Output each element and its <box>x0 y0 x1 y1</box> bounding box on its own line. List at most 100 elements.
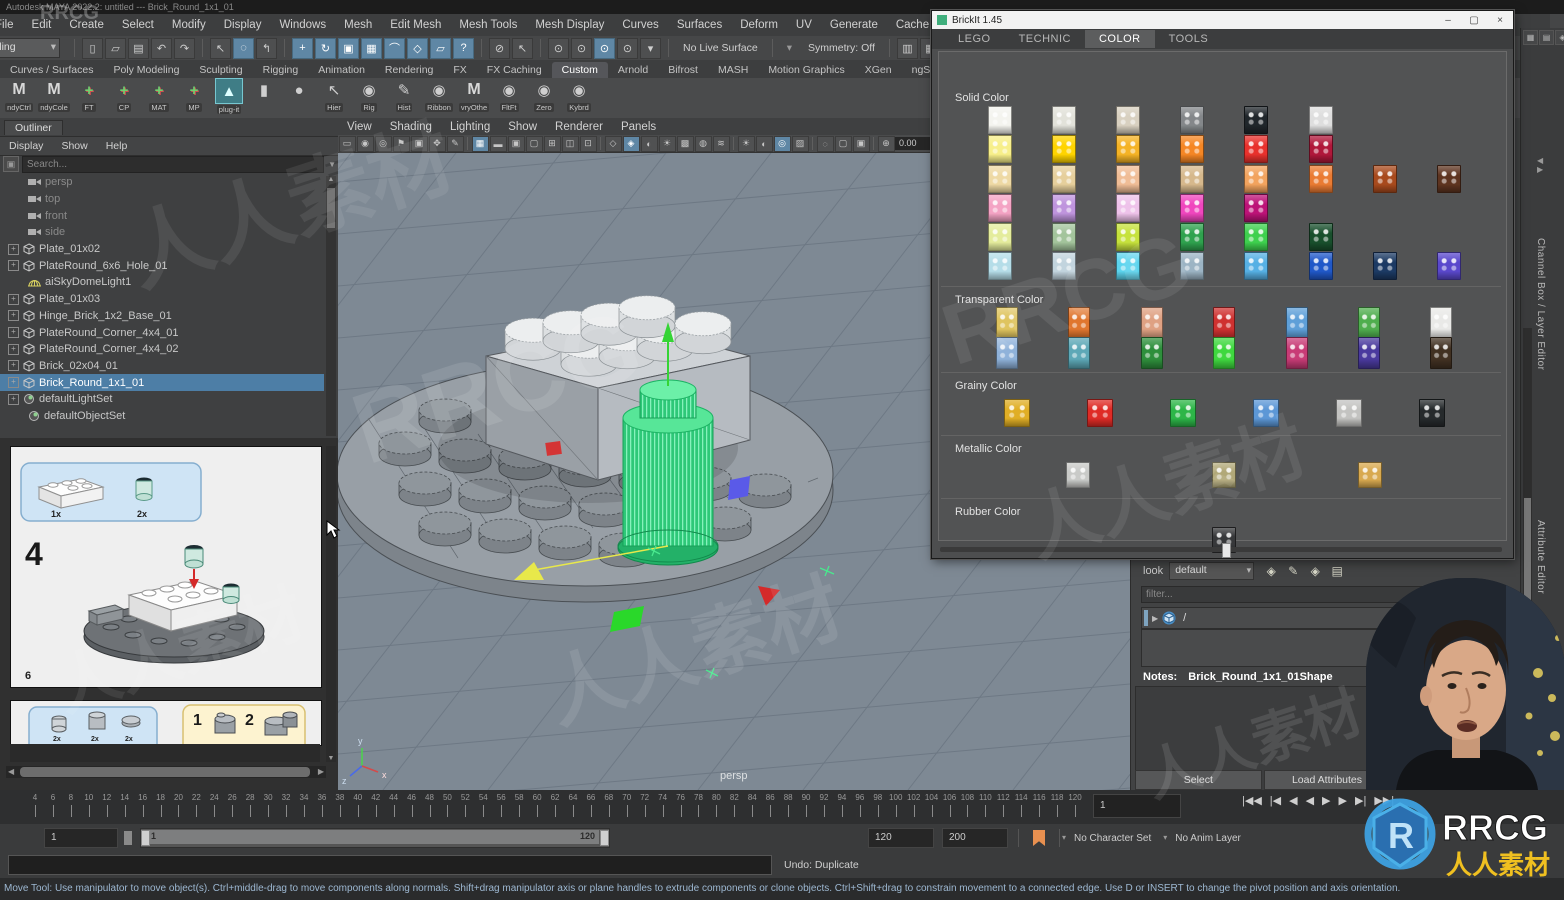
time-slider[interactable]: 4 6 8 10 12 14 16 18 20 22 24 26 28 30 32 34 36 38 40 42 44 4… <box>0 790 1564 824</box>
play-forwards-button[interactable]: ▶ <box>1322 794 1330 807</box>
shelf-item-MAT[interactable]: + MAT <box>142 78 176 116</box>
step-back-frame-button[interactable]: ◀ <box>1289 794 1297 807</box>
viewport-menu-panels[interactable]: Panels <box>612 121 665 133</box>
image-plane-icon[interactable]: ▣ <box>410 135 428 152</box>
outliner-item-defaultObjectSet[interactable]: defaultObjectSet <box>0 408 324 425</box>
shelf-item-CP[interactable]: + CP <box>107 78 141 116</box>
anim-start-field[interactable]: 1 <box>44 828 118 848</box>
playback-end-field[interactable]: 120 <box>868 828 934 848</box>
shelf-tab-fx-caching[interactable]: FX Caching <box>477 62 552 78</box>
menu-set-dropdown[interactable]: Modeling <box>0 38 60 58</box>
expand-toggle-icon[interactable]: + <box>8 377 19 389</box>
scroll-left-icon[interactable]: ◀ <box>8 766 14 778</box>
gate-mask-icon[interactable]: ▢ <box>525 135 543 152</box>
shelf-tab-xgen[interactable]: XGen <box>855 62 902 78</box>
shelf-tab-sculpting[interactable]: Sculpting <box>189 62 252 78</box>
expand-toggle-icon[interactable]: + <box>8 260 19 272</box>
menu-mesh-display[interactable]: Mesh Display <box>526 19 613 31</box>
shelf-item-Kybrd[interactable]: ◉ Kybrd <box>562 78 596 116</box>
color-swatch-184f2c[interactable] <box>1308 223 1333 251</box>
magnet-point-icon[interactable]: ⊙ <box>571 37 592 59</box>
color-swatch-4a3a9e[interactable] <box>1358 337 1380 369</box>
shelf-item-Zero[interactable]: ◉ Zero <box>527 78 561 116</box>
brickit-tab-tools[interactable]: TOOLS <box>1155 30 1223 48</box>
close-button[interactable]: × <box>1487 11 1513 29</box>
viewport-menu-shading[interactable]: Shading <box>381 121 441 133</box>
menu-surfaces[interactable]: Surfaces <box>668 19 731 31</box>
expand-toggle-icon[interactable]: + <box>8 360 19 372</box>
safe-action-icon[interactable]: ◫ <box>561 135 579 152</box>
outliner-scrollbar[interactable]: ▲ <box>326 176 336 436</box>
expand-triangle-icon[interactable]: ▶ <box>1152 614 1158 623</box>
grease-pencil-icon[interactable]: ✎ <box>446 135 464 152</box>
camera-select-icon[interactable]: ▭ <box>338 135 356 152</box>
snap-plane-icon[interactable]: ▱ <box>430 37 451 59</box>
color-swatch-bc1277[interactable] <box>1244 194 1269 222</box>
outliner-item-defaultLightSet[interactable]: + defaultLightSet <box>0 391 324 408</box>
color-swatch-5a48cc[interactable] <box>1436 252 1461 280</box>
outliner-item-PlateRound_6x6_Hole_01[interactable]: + PlateRound_6x6_Hole_01 <box>0 257 324 274</box>
menu-edit[interactable]: Edit <box>23 19 61 31</box>
outliner-menu-help[interactable]: Help <box>97 140 137 152</box>
color-swatch-84878a[interactable] <box>1180 106 1205 134</box>
color-swatch-dfc45f[interactable] <box>996 307 1018 339</box>
anim-layer-dropdown[interactable]: No Anim Layer <box>1163 831 1257 846</box>
help-icon[interactable]: ? <box>453 37 474 59</box>
slider-handle[interactable] <box>1222 543 1231 558</box>
play-backwards-button[interactable]: ◀ <box>1306 794 1314 807</box>
cursor-mode-icon[interactable]: ↖ <box>512 37 533 59</box>
outliner-menu-display[interactable]: Display <box>0 140 52 152</box>
color-swatch-e0ae25[interactable] <box>1004 399 1030 427</box>
color-swatch-f58624[interactable] <box>1180 135 1205 163</box>
scroll-right-icon[interactable]: ▶ <box>318 766 324 778</box>
viewport-menu-lighting[interactable]: Lighting <box>441 121 499 133</box>
color-swatch-d6b88c[interactable] <box>1180 165 1205 193</box>
color-swatch-eed9a4[interactable] <box>988 165 1012 193</box>
ui-list-icon[interactable]: ▤ <box>1539 30 1554 45</box>
color-swatch-f046be[interactable] <box>1180 194 1205 222</box>
color-swatch-a84a1d[interactable] <box>1372 165 1397 193</box>
color-swatch-b5dde8[interactable] <box>988 252 1012 280</box>
go-to-start-button[interactable]: |◀◀ <box>1242 794 1262 807</box>
menu-mesh-tools[interactable]: Mesh Tools <box>450 19 526 31</box>
symmetry-label[interactable]: Symmetry: Off <box>808 42 875 54</box>
film-gate-icon[interactable]: ▬ <box>489 135 507 152</box>
scroll-down-icon[interactable]: ▼ <box>326 755 336 762</box>
color-swatch-5c97d6[interactable] <box>1252 399 1279 427</box>
outliner-item-PlateRound_Corner_4x4_02[interactable]: + PlateRound_Corner_4x4_02 <box>0 341 324 358</box>
color-swatch-dedede[interactable] <box>1308 106 1333 134</box>
maximize-button[interactable]: ▢ <box>1461 11 1487 29</box>
color-swatch-56b0e4[interactable] <box>1244 252 1269 280</box>
save-scene-icon[interactable]: ▤ <box>128 37 149 59</box>
undo-icon[interactable]: ↶ <box>151 37 172 59</box>
outliner-item-Brick_02x04_01[interactable]: + Brick_02x04_01 <box>0 358 324 375</box>
color-swatch-c83b76[interactable] <box>1285 337 1308 369</box>
shelf-item-FT[interactable]: + FT <box>72 78 106 116</box>
color-swatch-5da8b7[interactable] <box>1068 337 1091 369</box>
color-swatch-1c3a64[interactable] <box>1372 252 1397 280</box>
open-scene-icon[interactable]: ▱ <box>105 37 126 59</box>
brickit-tab-color[interactable]: COLOR <box>1084 30 1155 48</box>
color-swatch-9cb4c4[interactable] <box>1180 252 1205 280</box>
shelf-item-FltFt[interactable]: ◉ FltFt <box>492 78 526 116</box>
color-swatch-20262b[interactable] <box>1244 106 1269 134</box>
menu-mesh[interactable]: Mesh <box>335 19 381 31</box>
viewport-menu-view[interactable]: View <box>338 121 381 133</box>
menu-windows[interactable]: Windows <box>270 19 335 31</box>
plane-handle-red[interactable] <box>545 440 562 456</box>
expand-toggle-icon[interactable]: + <box>8 343 19 355</box>
shelf-item-Hier[interactable]: ↖ Hier <box>317 78 351 116</box>
range-end-handle[interactable] <box>600 830 609 846</box>
magnet-live-icon[interactable]: ⊙ <box>594 37 615 59</box>
layers-remove-icon[interactable]: ◈ <box>1306 563 1324 579</box>
color-swatch-d8d0c0[interactable] <box>1116 106 1141 134</box>
color-swatch-2e8f3c[interactable] <box>1140 337 1163 369</box>
shelf-tab-fx[interactable]: FX <box>443 62 476 78</box>
shelf-tab-animation[interactable]: Animation <box>308 62 375 78</box>
menu-uv[interactable]: UV <box>787 19 821 31</box>
color-swatch-3ed04e[interactable] <box>1244 223 1269 251</box>
lights-icon[interactable]: ☀ <box>658 135 676 152</box>
color-swatch-ffd400[interactable] <box>1052 135 1077 163</box>
color-swatch-f4f4ef[interactable] <box>988 106 1012 134</box>
brickit-tab-technic[interactable]: TECHNIC <box>1005 30 1085 48</box>
